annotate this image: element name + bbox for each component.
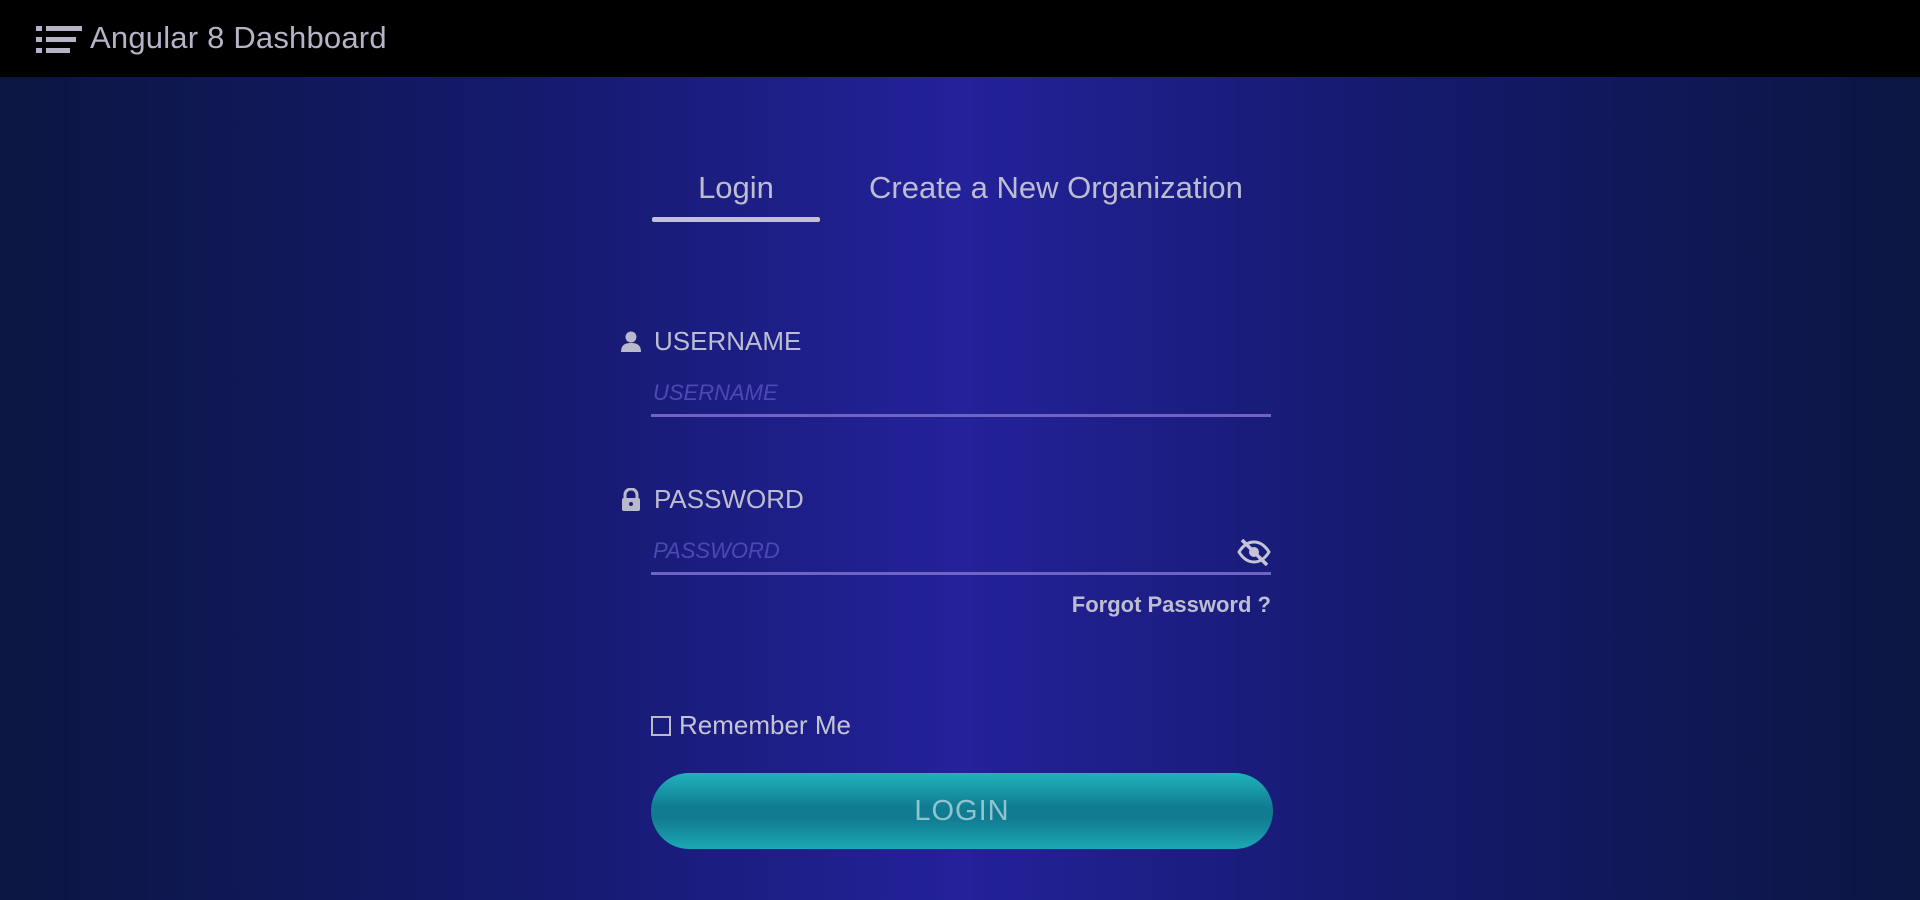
hamburger-list-icon[interactable] <box>36 24 84 56</box>
forgot-password-link[interactable]: Forgot Password ? <box>1000 592 1271 618</box>
password-input[interactable] <box>651 531 1271 571</box>
username-label: USERNAME <box>620 326 801 357</box>
lock-icon <box>620 487 642 512</box>
login-button[interactable]: LOGIN <box>651 773 1273 849</box>
user-icon <box>620 330 642 354</box>
username-input[interactable] <box>651 373 1271 413</box>
password-label-text: PASSWORD <box>654 484 804 514</box>
tab-login[interactable]: Login <box>652 168 820 224</box>
password-field-wrapper <box>651 531 1271 575</box>
eye-slash-icon[interactable] <box>1237 537 1271 567</box>
username-field-wrapper <box>651 373 1271 417</box>
remember-me-label: Remember Me <box>679 710 851 740</box>
username-label-text: USERNAME <box>654 326 802 356</box>
password-label: PASSWORD <box>620 484 804 515</box>
top-navbar: Angular 8 Dashboard <box>0 0 1920 77</box>
tab-create-organization[interactable]: Create a New Organization <box>869 168 1289 224</box>
app-title: Angular 8 Dashboard <box>90 20 387 55</box>
auth-tabs: Login Create a New Organization <box>652 168 1272 224</box>
remember-me-control[interactable]: Remember Me <box>651 710 851 741</box>
remember-me-checkbox[interactable] <box>651 715 671 736</box>
